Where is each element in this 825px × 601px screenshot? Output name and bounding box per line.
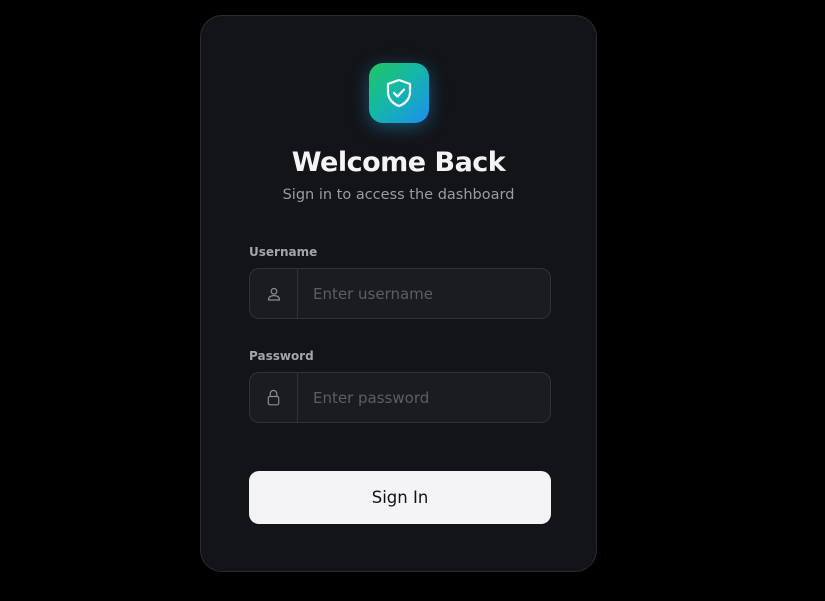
- login-card: Welcome Back Sign in to access the dashb…: [200, 15, 597, 572]
- username-input[interactable]: [298, 269, 550, 318]
- username-icon-cell: [250, 269, 298, 318]
- username-label: Username: [249, 245, 318, 259]
- user-icon: [267, 287, 280, 301]
- shield-check-icon: [386, 78, 412, 108]
- password-field: [249, 372, 551, 423]
- sign-in-button[interactable]: Sign In: [249, 471, 551, 524]
- password-icon-cell: [250, 373, 298, 422]
- password-input[interactable]: [298, 373, 550, 422]
- password-label: Password: [249, 349, 314, 363]
- page-subtitle: Sign in to access the dashboard: [282, 187, 515, 203]
- username-field: [249, 268, 551, 319]
- page-title: Welcome Back: [291, 147, 506, 178]
- app-logo: [369, 63, 429, 123]
- lock-icon: [267, 389, 280, 406]
